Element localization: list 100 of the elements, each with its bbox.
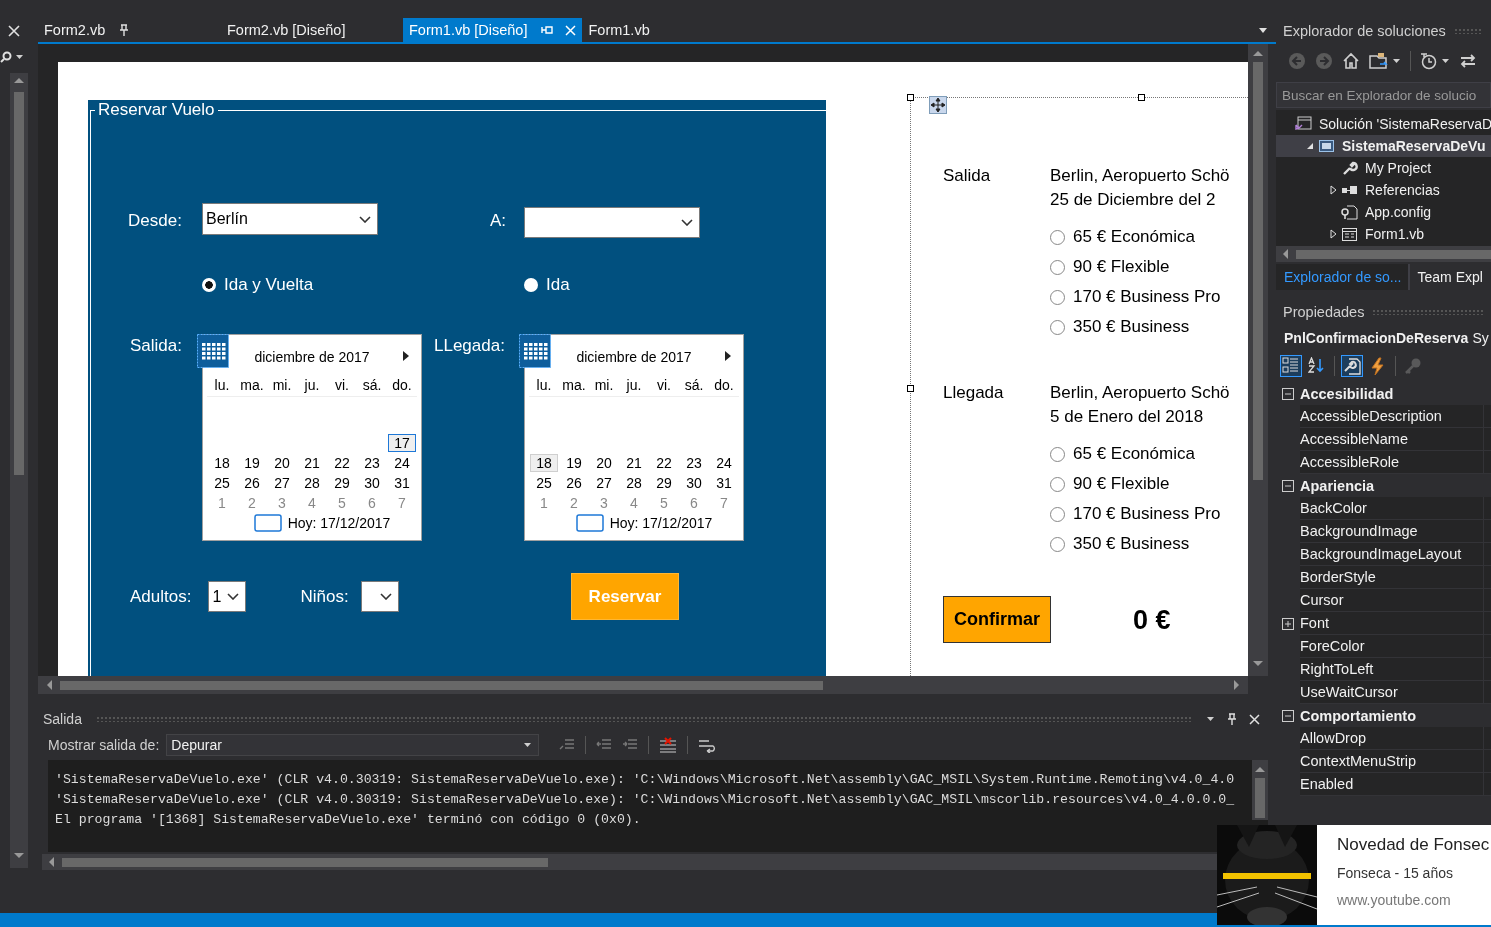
- search-icon[interactable]: [0, 51, 12, 63]
- calendar-day[interactable]: 24: [388, 454, 416, 472]
- radio-button[interactable]: [1050, 259, 1065, 275]
- home-icon[interactable]: [1342, 52, 1360, 70]
- clear-all-icon[interactable]: [659, 737, 678, 753]
- property-name[interactable]: AccessibleDescription: [1300, 405, 1483, 428]
- calendar-day[interactable]: 28: [620, 474, 648, 492]
- calendar-day[interactable]: 27: [268, 474, 296, 492]
- calendar-day[interactable]: 26: [238, 474, 266, 492]
- scrollbar[interactable]: [1248, 44, 1268, 676]
- calendar-day[interactable]: 18: [208, 454, 236, 472]
- property-name[interactable]: ContextMenuStrip: [1300, 750, 1483, 773]
- radio-button[interactable]: [524, 278, 538, 292]
- today-link[interactable]: Hoy: 17/12/2017: [287, 515, 391, 531]
- caret-icon[interactable]: [15, 53, 24, 61]
- dropdown[interactable]: [524, 207, 700, 238]
- expand-icon[interactable]: [1282, 617, 1294, 630]
- calendar-day[interactable]: 4: [620, 494, 648, 512]
- resize-handle[interactable]: [907, 94, 914, 101]
- expanded-arrow-icon[interactable]: [1306, 142, 1314, 150]
- radio-button[interactable]: [1050, 536, 1065, 552]
- calendar-day[interactable]: 1: [208, 494, 236, 512]
- calendar-day[interactable]: 29: [328, 474, 356, 492]
- caret-icon[interactable]: [1392, 57, 1401, 65]
- calendar-day[interactable]: 29: [650, 474, 678, 492]
- calendar-day[interactable]: 20: [590, 454, 618, 472]
- calendar-day[interactable]: 31: [710, 474, 738, 492]
- document-tab[interactable]: Form2.vb [Diseño]: [221, 18, 403, 42]
- calendar-day[interactable]: 25: [530, 474, 558, 492]
- dropdown[interactable]: Depurar: [166, 734, 540, 756]
- property-name[interactable]: BackColor: [1300, 497, 1483, 520]
- collapse-icon[interactable]: [1282, 387, 1294, 400]
- radio-button[interactable]: [1050, 319, 1065, 335]
- calendar-day[interactable]: 1: [530, 494, 558, 512]
- next-month-icon[interactable]: [725, 351, 731, 361]
- calendar-day[interactable]: 25: [208, 474, 236, 492]
- tree-item[interactable]: Form1.vb: [1276, 223, 1491, 245]
- tree-item[interactable]: App.config: [1276, 201, 1491, 223]
- scrollbar[interactable]: [10, 73, 28, 868]
- property-name[interactable]: AllowDrop: [1300, 727, 1483, 750]
- calendar-day[interactable]: 19: [560, 454, 588, 472]
- collapse-icon[interactable]: [1282, 709, 1294, 722]
- panel-tab[interactable]: Explorador de so...: [1276, 264, 1408, 290]
- calendar-day[interactable]: 23: [680, 454, 708, 472]
- move-icon[interactable]: [929, 96, 947, 114]
- property-name[interactable]: RightToLeft: [1300, 658, 1483, 681]
- property-name[interactable]: UseWaitCursor: [1300, 681, 1483, 704]
- confirm-button[interactable]: Confirmar: [943, 596, 1051, 643]
- caret-icon[interactable]: [1258, 26, 1268, 34]
- calendar-day[interactable]: 7: [710, 494, 738, 512]
- tree-item[interactable]: My Project: [1276, 157, 1491, 179]
- document-tab[interactable]: Form2.vb: [38, 18, 221, 42]
- notification-toast[interactable]: Novedad de Fonsec Fonseca - 15 años www.youtube.com: [1217, 825, 1491, 925]
- calendar-day[interactable]: 6: [358, 494, 386, 512]
- calendar-day[interactable]: 5: [650, 494, 678, 512]
- calendar-day[interactable]: 30: [358, 474, 386, 492]
- radio-button[interactable]: [1050, 476, 1065, 492]
- radio-button[interactable]: [202, 278, 216, 292]
- radio-button[interactable]: [1050, 289, 1065, 305]
- radio-button[interactable]: [1050, 506, 1065, 522]
- calendar-day[interactable]: 24: [710, 454, 738, 472]
- calendar-day[interactable]: 21: [620, 454, 648, 472]
- calendar-day[interactable]: 2: [560, 494, 588, 512]
- calendar-day[interactable]: 22: [650, 454, 678, 472]
- calendar-day[interactable]: 18: [530, 454, 558, 472]
- property-name[interactable]: AccessibleName: [1300, 428, 1483, 451]
- calendar-day[interactable]: 26: [560, 474, 588, 492]
- calendar-day[interactable]: 20: [268, 454, 296, 472]
- calendar-day[interactable]: 3: [268, 494, 296, 512]
- scrollbar[interactable]: [38, 676, 1248, 694]
- radio-button[interactable]: [1050, 446, 1065, 462]
- calendar-day[interactable]: 6: [680, 494, 708, 512]
- pin-icon[interactable]: [119, 24, 130, 36]
- caret-icon[interactable]: [1441, 57, 1450, 65]
- calendar-day[interactable]: 19: [238, 454, 266, 472]
- dropdown[interactable]: Berlín: [202, 203, 378, 235]
- collapsed-arrow-icon[interactable]: [1329, 229, 1337, 239]
- tree-item[interactable]: SistemaReservaDeVu: [1276, 135, 1491, 157]
- caret-icon[interactable]: [1206, 715, 1215, 723]
- document-tab[interactable]: Form1.vb: [582, 18, 656, 42]
- calendar-day[interactable]: 31: [388, 474, 416, 492]
- calendar-day[interactable]: 27: [590, 474, 618, 492]
- word-wrap-icon[interactable]: [698, 737, 717, 753]
- calendar-day[interactable]: 3: [590, 494, 618, 512]
- dropdown[interactable]: [360, 581, 399, 612]
- property-name[interactable]: Font: [1300, 612, 1483, 635]
- property-name[interactable]: BorderStyle: [1300, 566, 1483, 589]
- radio-button[interactable]: [1050, 229, 1065, 245]
- swap-arrows-icon[interactable]: [1459, 52, 1477, 70]
- calendar-day[interactable]: 28: [298, 474, 326, 492]
- close-icon[interactable]: [1249, 713, 1260, 725]
- calendar-day[interactable]: 30: [680, 474, 708, 492]
- history-icon[interactable]: [1420, 52, 1438, 70]
- toolbar-button[interactable]: [1341, 355, 1363, 377]
- dropdown[interactable]: 1: [208, 581, 247, 612]
- calendar-day[interactable]: 7: [388, 494, 416, 512]
- calendar-day[interactable]: 22: [328, 454, 356, 472]
- calendar-day[interactable]: 4: [298, 494, 326, 512]
- tree-item[interactable]: Solución 'SistemaReservaD: [1276, 113, 1491, 135]
- tree-item[interactable]: Referencias: [1276, 179, 1491, 201]
